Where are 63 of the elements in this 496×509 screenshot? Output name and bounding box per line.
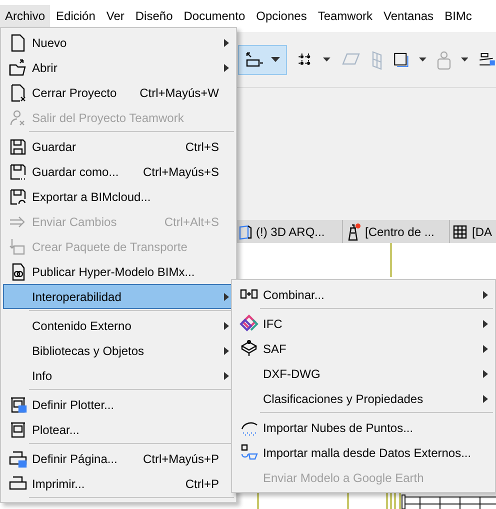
cube-icon (239, 338, 259, 358)
coordinates-icon (245, 50, 263, 68)
ifc-logo-icon (239, 314, 259, 334)
plan-line-drawing (389, 243, 393, 277)
menu-item[interactable]: Publicar Hyper-Modelo BIMx... (3, 259, 234, 284)
submenu-arrow-icon (224, 38, 228, 46)
menu-bar-item[interactable]: BIMc (440, 5, 477, 27)
menu-item[interactable]: Exportar a BIMcloud... (3, 184, 234, 209)
submenu-arrow-icon (482, 290, 488, 298)
caret-icon[interactable] (323, 57, 331, 62)
menu-item[interactable]: Definir Página... Ctrl+Mayús+P (3, 446, 234, 471)
box-icon (238, 224, 252, 240)
menu-item[interactable]: Clasificaciones y Propiedades (234, 386, 493, 411)
menu-bar-item[interactable]: Edición (51, 5, 100, 27)
caret-icon[interactable] (419, 57, 427, 62)
submenu-arrow-icon (224, 322, 228, 330)
submenu-arrow-icon (224, 64, 228, 72)
menu-bar-item[interactable]: Archivo (0, 5, 50, 27)
save-as-icon (8, 162, 28, 182)
menu-item[interactable]: Nuevo (3, 30, 234, 55)
menu-item[interactable]: Abrir (3, 55, 234, 80)
save-icon (8, 136, 28, 156)
mesh-import-icon (239, 442, 259, 462)
submenu-arrow-icon (224, 346, 228, 354)
menu-bar-item[interactable]: Ver (101, 5, 130, 27)
menu-item[interactable]: Combinar... (234, 282, 493, 307)
submenu-arrow-icon (224, 292, 228, 300)
menu-bar-item[interactable]: Diseño (130, 5, 178, 27)
lock-icon (436, 50, 451, 70)
coordinates-dropdown[interactable] (238, 44, 287, 74)
plotter-icon (8, 394, 28, 414)
menu-item[interactable]: Guardar Ctrl+S (3, 134, 234, 159)
table-icon (452, 224, 468, 240)
menu-bar-item[interactable]: Documento (178, 5, 250, 27)
menu-item[interactable]: Guardar como... Ctrl+Mayús+S (3, 159, 234, 184)
caret-icon[interactable] (271, 57, 280, 62)
folder-icon (8, 58, 28, 78)
menu-item[interactable]: Imprimir... Ctrl+P (3, 471, 234, 496)
menu-item[interactable]: Importar malla desde Datos Externos... (234, 440, 493, 465)
menu-item[interactable]: Definir Plotter... (3, 392, 234, 417)
plotter-icon (8, 420, 28, 440)
menu-bar-item[interactable]: Opciones (251, 5, 312, 27)
menu-item[interactable]: Bibliotecas y Objetos (3, 338, 234, 363)
submenu-arrow-icon (224, 372, 228, 380)
menu-item[interactable]: Cerrar Proyecto Ctrl+Mayús+W (3, 80, 234, 105)
submenu-arrow-icon (482, 370, 488, 378)
menu-item[interactable]: DXF-DWG (234, 361, 493, 386)
cloud-save-icon (8, 186, 28, 206)
submenu-arrow-icon (482, 344, 488, 352)
printer-icon (8, 448, 28, 468)
wall-grid-icon (370, 50, 383, 70)
menu-item[interactable]: SAF (234, 336, 493, 361)
menu-bar-item[interactable]: Teamwork (312, 5, 378, 27)
caret-icon[interactable] (460, 57, 468, 62)
menu-item[interactable]: Plotear... (3, 417, 234, 442)
menu-item[interactable]: IFC (234, 311, 493, 336)
menu-item[interactable]: Importar Nubes de Puntos... (234, 415, 493, 440)
menu-bar-item[interactable]: Ventanas (378, 5, 439, 27)
menu-item[interactable]: Info (3, 363, 234, 388)
menu-item[interactable]: Contenido Externo (3, 313, 234, 338)
menu-item[interactable]: Interoperabilidad (3, 284, 234, 309)
submenu-arrow-icon (482, 320, 488, 328)
submenu-arrow-icon (482, 394, 488, 402)
